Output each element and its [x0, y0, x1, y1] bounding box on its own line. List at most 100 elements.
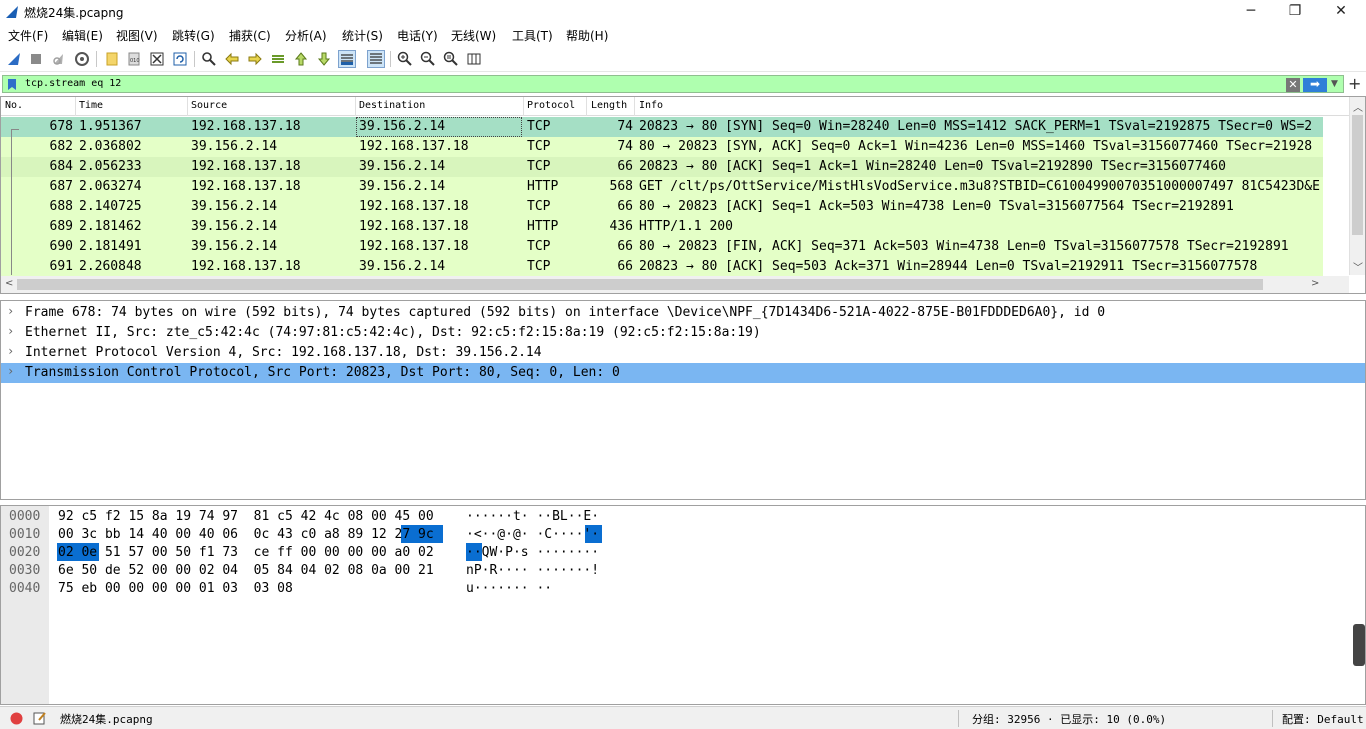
- zoom-in-icon[interactable]: [396, 50, 414, 68]
- display-filter-input[interactable]: tcp.stream eq 12 ✕ ➡ ▼: [2, 75, 1344, 93]
- reload-icon[interactable]: [171, 50, 189, 68]
- packet-row[interactable]: 684 2.056233 192.168.137.18 39.156.2.14 TCP 6…: [1, 157, 1323, 177]
- scroll-down-icon[interactable]: ﹀: [1353, 259, 1363, 274]
- column-separator[interactable]: [586, 97, 587, 116]
- packet-row[interactable]: 678 1.951367 192.168.137.18 39.156.2.14 TCP 7…: [1, 117, 1323, 137]
- packet-list-vertical-scrollbar[interactable]: ︿ ﹀: [1349, 97, 1365, 275]
- last-packet-icon[interactable]: [315, 50, 333, 68]
- detail-row-tcp[interactable]: › Transmission Control Protocol, Src Por…: [1, 363, 1365, 383]
- cell-protocol: HTTP: [527, 219, 559, 234]
- byte-ascii[interactable]: nP·R···· ·······!: [466, 563, 599, 578]
- packet-row[interactable]: 689 2.181462 39.156.2.14 192.168.137.18 HTTP…: [1, 217, 1323, 237]
- menu-edit[interactable]: 编辑(E): [62, 27, 103, 44]
- status-profile[interactable]: 配置: Default: [1282, 711, 1364, 727]
- packet-list-horizontal-scrollbar[interactable]: < >: [1, 276, 1349, 293]
- column-separator[interactable]: [634, 97, 635, 116]
- bytes-scroll-handle[interactable]: [1353, 624, 1365, 666]
- byte-hex[interactable]: 92 c5 f2 15 8a 19 74 97 81 c5 42 4c 08 0…: [58, 509, 434, 524]
- filter-history-dropdown[interactable]: ▼: [1331, 79, 1338, 89]
- menu-go[interactable]: 跳转(G): [172, 27, 215, 44]
- open-file-icon[interactable]: [103, 50, 121, 68]
- byte-ascii[interactable]: ··QW·P·s ········: [466, 545, 599, 560]
- colorize-icon[interactable]: [367, 50, 385, 68]
- packet-row[interactable]: 688 2.140725 39.156.2.14 192.168.137.18 TCP 6…: [1, 197, 1323, 217]
- scroll-thumb[interactable]: [17, 279, 1263, 290]
- column-header-protocol[interactable]: Protocol: [527, 100, 575, 111]
- zoom-out-icon[interactable]: [419, 50, 437, 68]
- expand-chevron-icon[interactable]: ›: [7, 324, 14, 338]
- close-file-icon[interactable]: [148, 50, 166, 68]
- column-header-source[interactable]: Source: [191, 100, 227, 111]
- find-icon[interactable]: [200, 50, 218, 68]
- zoom-normal-icon[interactable]: [442, 50, 460, 68]
- edit-comment-icon[interactable]: [33, 711, 47, 725]
- packet-row[interactable]: 682 2.036802 39.156.2.14 192.168.137.18 TCP 7…: [1, 137, 1323, 157]
- menu-telephony[interactable]: 电话(Y): [397, 27, 438, 44]
- byte-hex[interactable]: 75 eb 00 00 00 00 01 03 03 08: [58, 581, 293, 596]
- cell-length: 66: [617, 199, 633, 214]
- byte-ascii[interactable]: u······· ··: [466, 581, 552, 596]
- stop-icon[interactable]: [27, 50, 45, 68]
- menu-wireless[interactable]: 无线(W): [451, 27, 496, 44]
- restore-button[interactable]: ❐: [1272, 0, 1318, 24]
- packet-row[interactable]: 687 2.063274 192.168.137.18 39.156.2.14 HTTP…: [1, 177, 1323, 197]
- menu-analyze[interactable]: 分析(A): [285, 27, 327, 44]
- minimize-button[interactable]: ─: [1228, 0, 1274, 24]
- column-separator[interactable]: [75, 97, 76, 116]
- first-packet-icon[interactable]: [292, 50, 310, 68]
- scroll-right-icon[interactable]: >: [1311, 278, 1319, 289]
- column-separator[interactable]: [355, 97, 356, 116]
- cell-time: 2.181462: [79, 219, 142, 234]
- expand-chevron-icon[interactable]: ›: [7, 344, 14, 358]
- column-header-length[interactable]: Length: [591, 100, 627, 111]
- autoscroll-icon[interactable]: [338, 50, 356, 68]
- column-header-time[interactable]: Time: [79, 100, 103, 111]
- menu-tools[interactable]: 工具(T): [512, 27, 553, 44]
- byte-offset: 0000: [9, 509, 41, 524]
- back-arrow-icon[interactable]: [223, 50, 241, 68]
- expand-chevron-icon[interactable]: ›: [7, 364, 14, 378]
- expand-chevron-icon[interactable]: ›: [7, 304, 14, 318]
- detail-row-ethernet[interactable]: › Ethernet II, Src: zte_c5:42:4c (74:97:…: [1, 323, 1365, 343]
- scroll-thumb[interactable]: [1352, 115, 1363, 235]
- packet-row[interactable]: 691 2.260848 192.168.137.18 39.156.2.14 TCP 6…: [1, 257, 1323, 277]
- forward-arrow-icon[interactable]: [246, 50, 264, 68]
- menu-statistics[interactable]: 统计(S): [342, 27, 383, 44]
- byte-hex[interactable]: 00 3c bb 14 40 00 40 06 0c 43 c0 a8 89 1…: [58, 527, 434, 542]
- menu-capture[interactable]: 捕获(C): [229, 27, 271, 44]
- save-file-icon[interactable]: 010: [125, 50, 143, 68]
- byte-hex[interactable]: 02 0e 51 57 00 50 f1 73 ce ff 00 00 00 0…: [58, 545, 434, 560]
- apply-filter-button[interactable]: ➡: [1303, 78, 1327, 92]
- scroll-up-icon[interactable]: ︿: [1353, 99, 1363, 114]
- detail-row-frame[interactable]: › Frame 678: 74 bytes on wire (592 bits)…: [1, 303, 1365, 323]
- scroll-left-icon[interactable]: <: [5, 278, 13, 289]
- clear-filter-button[interactable]: ✕: [1286, 78, 1300, 92]
- menu-file[interactable]: 文件(F): [8, 27, 48, 44]
- packet-row[interactable]: 690 2.181491 39.156.2.14 192.168.137.18 TCP 6…: [1, 237, 1323, 257]
- column-header-no[interactable]: No.: [5, 100, 23, 111]
- column-separator[interactable]: [523, 97, 524, 116]
- menu-view[interactable]: 视图(V): [116, 27, 158, 44]
- close-button[interactable]: ✕: [1318, 0, 1364, 24]
- detail-row-ipv4[interactable]: › Internet Protocol Version 4, Src: 192.…: [1, 343, 1365, 363]
- column-header-info[interactable]: Info: [639, 100, 663, 111]
- capture-status-icon[interactable]: [10, 712, 23, 725]
- cell-length: 74: [617, 119, 633, 134]
- resize-columns-icon[interactable]: [465, 50, 483, 68]
- menu-help[interactable]: 帮助(H): [566, 27, 608, 44]
- add-filter-button[interactable]: +: [1348, 74, 1361, 93]
- byte-ascii[interactable]: ······t· ··BL··E·: [466, 509, 599, 524]
- column-separator[interactable]: [187, 97, 188, 116]
- status-separator: [1272, 710, 1273, 727]
- restart-icon[interactable]: [50, 50, 68, 68]
- byte-hex[interactable]: 6e 50 de 52 00 00 02 04 05 84 04 02 08 0…: [58, 563, 434, 578]
- shark-start-icon[interactable]: [5, 50, 23, 68]
- cell-protocol: TCP: [527, 139, 551, 154]
- column-header-destination[interactable]: Destination: [359, 100, 425, 111]
- bookmark-icon[interactable]: [6, 78, 18, 91]
- options-gear-icon[interactable]: [73, 50, 91, 68]
- goto-packet-icon[interactable]: [269, 50, 287, 68]
- cell-length: 66: [617, 259, 633, 274]
- byte-ascii[interactable]: ·<··@·@· ·C····'·: [466, 527, 599, 542]
- cell-no: 691: [49, 259, 73, 274]
